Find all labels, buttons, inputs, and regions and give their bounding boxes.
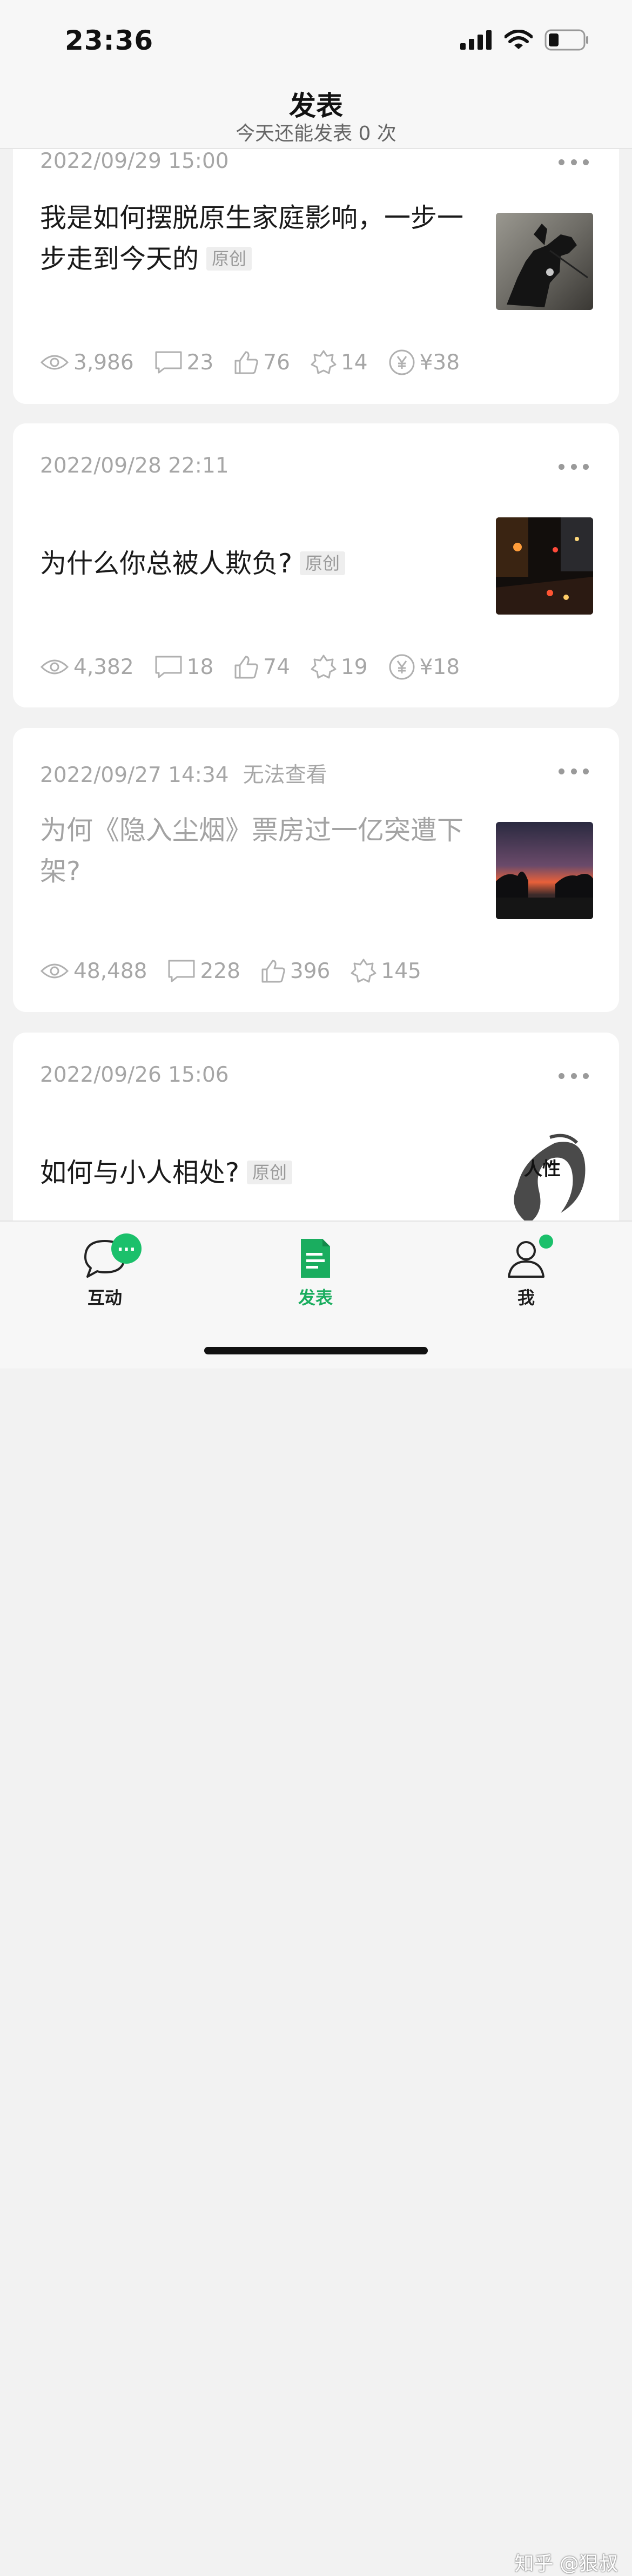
post-thumbnail[interactable] — [496, 822, 593, 919]
post-date: 2022/09/27 14:34 无法查看 — [40, 763, 327, 787]
likes-stat: 76 — [234, 350, 290, 375]
favorites-stat: 14 — [311, 349, 368, 375]
page-header: 发表 今天还能发表 0 次 — [0, 76, 632, 149]
thumbs-up-icon — [234, 351, 258, 374]
post-title[interactable]: 为何《隐入尘烟》票房过一亿突遭下架? — [40, 810, 483, 892]
status-time: 23:36 — [65, 25, 154, 56]
night-street-image — [496, 517, 593, 615]
status-bar: 23:36 — [0, 0, 632, 76]
yen-coin-icon — [389, 349, 415, 375]
unavailable-status: 无法查看 — [243, 763, 327, 787]
more-options-icon[interactable] — [559, 461, 589, 472]
star-badge-icon — [311, 655, 337, 679]
comment-icon — [155, 656, 182, 678]
thumbs-up-icon — [261, 960, 285, 983]
battery-icon — [544, 29, 588, 51]
document-icon — [301, 1239, 330, 1278]
tab-me-label: 我 — [517, 1287, 535, 1308]
earnings-stat: ¥38 — [388, 349, 460, 376]
horse-statue-image — [496, 213, 593, 310]
original-tag: 原创 — [206, 246, 252, 271]
post-stats: 48,488 228 396 145 — [40, 958, 442, 984]
star-badge-icon — [311, 350, 337, 374]
favorites-stat: 19 — [311, 654, 368, 680]
publish-quota-text: 今天还能发表 0 次 — [236, 123, 396, 145]
views-stat: 4,382 — [40, 655, 134, 679]
yen-coin-icon — [389, 654, 415, 680]
watermark: 知乎 @狠叔 — [514, 2553, 618, 2575]
post-stats: 4,382 18 74 19 ¥18 — [40, 653, 480, 680]
message-badge: ... — [111, 1233, 142, 1264]
cellular-signal-icon — [460, 30, 492, 50]
favorites-stat: 145 — [351, 958, 421, 984]
likes-stat: 396 — [261, 959, 330, 983]
bottom-tab-bar: ... 互动 发表 我 知乎 @狠叔 — [0, 1220, 632, 2575]
views-stat: 48,488 — [40, 959, 147, 983]
tab-interact-label: 互动 — [87, 1287, 122, 1308]
post-card[interactable]: 2022/09/28 22:11 为什么你总被人欺负? 原创 4,382 18 … — [13, 423, 619, 707]
likes-stat: 74 — [234, 655, 290, 679]
post-stats: 3,986 23 76 14 ¥38 — [40, 349, 480, 376]
post-title[interactable]: 如何与小人相处? 原创 — [40, 1152, 483, 1193]
more-options-icon[interactable] — [559, 1070, 589, 1081]
comments-stat: 228 — [167, 959, 240, 983]
wifi-icon — [505, 30, 533, 49]
post-card[interactable]: 2022/09/29 15:00 我是如何摆脱原生家庭影响，一步一步走到今天的原… — [13, 149, 619, 404]
post-title[interactable]: 为什么你总被人欺负? 原创 — [40, 543, 483, 584]
post-title[interactable]: 我是如何摆脱原生家庭影响，一步一步走到今天的 原创 — [40, 198, 483, 280]
post-list[interactable]: 2022/09/29 15:00 我是如何摆脱原生家庭影响，一步一步走到今天的原… — [0, 149, 632, 1220]
home-indicator[interactable] — [204, 1347, 428, 1354]
earnings-stat: ¥18 — [388, 653, 460, 680]
original-tag: 原创 — [300, 551, 346, 575]
post-card[interactable]: 2022/09/27 14:34 无法查看 为何《隐入尘烟》票房过一亿突遭下架? … — [13, 728, 619, 1012]
post-card[interactable]: 2022/09/26 15:06 如何与小人相处? 原创 人性 — [13, 1033, 619, 1220]
thumbs-up-icon — [234, 656, 258, 679]
post-date: 2022/09/28 22:11 — [40, 454, 229, 478]
ink-calligraphy-image: 人性 — [496, 1127, 593, 1220]
notification-dot — [539, 1235, 553, 1249]
post-date: 2022/09/26 15:06 — [40, 1063, 229, 1087]
post-thumbnail[interactable] — [496, 517, 593, 615]
tab-interact[interactable]: ... 互动 — [51, 1233, 159, 1309]
tab-me[interactable]: 我 — [472, 1235, 580, 1309]
more-options-icon[interactable] — [559, 157, 589, 167]
sunset-image — [496, 822, 593, 919]
eye-icon — [40, 963, 69, 979]
views-stat: 3,986 — [40, 350, 134, 375]
comment-icon — [168, 960, 195, 982]
star-badge-icon — [351, 959, 376, 983]
comments-stat: 23 — [154, 350, 213, 375]
original-tag: 原创 — [247, 1160, 293, 1184]
comment-icon — [155, 351, 182, 374]
comments-stat: 18 — [154, 655, 213, 679]
post-date: 2022/09/29 15:00 — [40, 149, 229, 173]
tab-publish-label: 发表 — [298, 1287, 333, 1308]
thumbnail-calligraphy-text: 人性 — [524, 1158, 561, 1180]
eye-icon — [40, 355, 69, 370]
tab-publish[interactable]: 发表 — [261, 1237, 369, 1309]
more-options-icon[interactable] — [559, 766, 589, 777]
post-thumbnail[interactable]: 人性 — [496, 1127, 593, 1220]
post-thumbnail[interactable] — [496, 213, 593, 310]
eye-icon — [40, 659, 69, 675]
status-icons — [460, 29, 589, 51]
